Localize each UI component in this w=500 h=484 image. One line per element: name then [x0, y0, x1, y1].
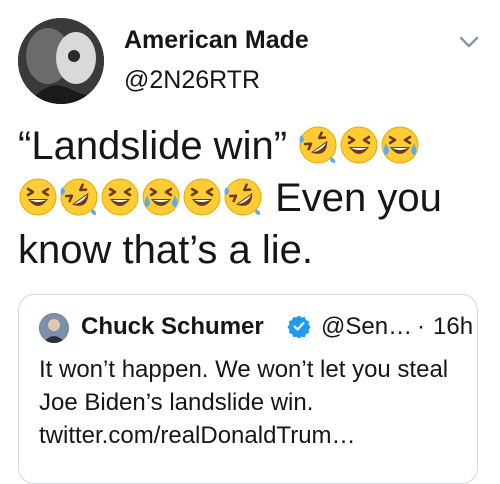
tweet-text-start: “Landslide win” [18, 124, 288, 168]
grinning-squinting-emoji-icon [183, 178, 221, 216]
quoted-timestamp[interactable]: 16h [433, 313, 473, 341]
quoted-handle[interactable]: @Sen… [321, 313, 412, 341]
quoted-separator: · [417, 313, 425, 340]
author-avatar[interactable] [18, 18, 104, 104]
quoted-tweet-text: It won’t happen. We won’t let you steal … [39, 356, 449, 449]
rofl-emoji-icon [224, 178, 262, 216]
author-display-name[interactable]: American Made [124, 26, 309, 55]
grinning-squinting-emoji-icon [19, 178, 57, 216]
rofl-emoji-icon [299, 126, 337, 164]
tweet-text: “Landslide win” Even you know that’s a l… [18, 120, 488, 276]
emoji-group-1 [287, 124, 421, 168]
quoted-tweet[interactable]: Chuck Schumer @Sen… · 16h It won’t happe… [18, 294, 478, 484]
author-handle[interactable]: @2N26RTR [124, 66, 260, 95]
quoted-display-name[interactable]: Chuck Schumer [81, 313, 264, 341]
quoted-avatar[interactable] [39, 313, 69, 343]
tweet-text-line3: know that’s a lie. [18, 228, 313, 272]
joy-emoji-icon [381, 126, 419, 164]
grinning-squinting-emoji-icon [340, 126, 378, 164]
quoted-profile-photo-icon [39, 313, 69, 343]
joy-emoji-icon [142, 178, 180, 216]
emoji-group-2 [18, 176, 264, 220]
profile-photo-icon [18, 18, 104, 104]
tweet-text-line2: Even you [264, 176, 442, 220]
verified-badge-icon [287, 315, 311, 338]
grinning-squinting-emoji-icon [101, 178, 139, 216]
rofl-emoji-icon [60, 178, 98, 216]
chevron-down-icon[interactable] [458, 34, 480, 50]
